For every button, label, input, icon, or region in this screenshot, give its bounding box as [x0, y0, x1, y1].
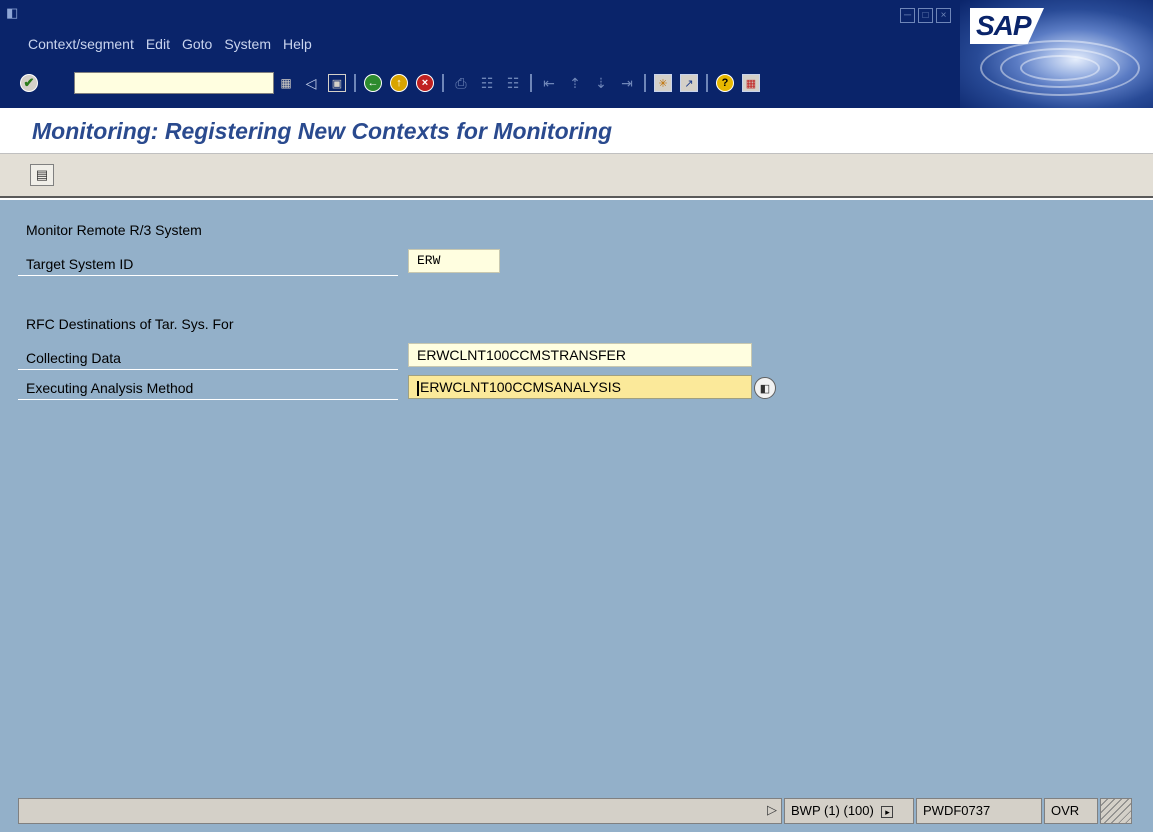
close-icon[interactable]: ×: [936, 8, 951, 23]
status-bar: ▷ BWP (1) (100) ▸ PWDF0737 OVR: [0, 790, 1153, 832]
system-info-icon[interactable]: ▸: [881, 806, 894, 818]
section-label-monitor-remote: Monitor Remote R/3 System: [26, 222, 202, 238]
title-bar: Monitoring: Registering New Contexts for…: [0, 108, 1153, 154]
first-page-icon[interactable]: ⇤: [538, 72, 560, 94]
find-next-icon[interactable]: ☷: [502, 72, 524, 94]
next-page-icon[interactable]: ⇣: [590, 72, 612, 94]
section-label-rfc-destinations: RFC Destinations of Tar. Sys. For: [26, 316, 234, 332]
analysis-method-label: Executing Analysis Method: [26, 380, 194, 396]
previous-page-icon[interactable]: ⇡: [564, 72, 586, 94]
main-menu: Context/segment Edit Goto System Help: [28, 36, 312, 52]
value-help-icon[interactable]: ◧: [754, 377, 776, 399]
menu-system[interactable]: System: [224, 36, 271, 52]
maximize-icon[interactable]: □: [918, 8, 933, 23]
create-shortcut-icon[interactable]: ↗: [678, 72, 700, 94]
standard-toolbar: ✔ ▦ ◁ ▣ ← ↑ × ⎙ ☷ ☷ ⇤ ⇡ ⇣ ⇥ ✳ ↗ ? ▦: [0, 62, 960, 108]
window-controls: ─ □ ×: [900, 8, 951, 23]
analysis-method-value: ERWCLNT100CCMSANALYSIS: [420, 379, 621, 395]
command-field[interactable]: [74, 72, 274, 94]
analysis-method-field[interactable]: ERWCLNT100CCMSANALYSIS: [408, 375, 752, 399]
help-icon[interactable]: ?: [714, 72, 736, 94]
status-message-area: ▷: [18, 798, 782, 824]
collecting-data-field[interactable]: ERWCLNT100CCMSTRANSFER: [408, 343, 752, 367]
page-title: Monitoring: Registering New Contexts for…: [32, 118, 613, 144]
create-session-icon[interactable]: ✳: [652, 72, 674, 94]
display-overview-icon[interactable]: ▤: [30, 164, 54, 186]
system-menu-icon[interactable]: ◧: [6, 6, 22, 20]
back-icon[interactable]: ←: [362, 72, 384, 94]
target-system-label: Target System ID: [26, 256, 134, 272]
menu-context-segment[interactable]: Context/segment: [28, 36, 134, 52]
status-mode[interactable]: OVR: [1044, 798, 1098, 824]
status-server: PWDF0737: [916, 798, 1042, 824]
main-content: [0, 200, 1153, 790]
menu-goto[interactable]: Goto: [182, 36, 212, 52]
menu-edit[interactable]: Edit: [146, 36, 170, 52]
collecting-data-label: Collecting Data: [26, 350, 121, 366]
minimize-icon[interactable]: ─: [900, 8, 915, 23]
text-caret: [417, 380, 419, 396]
cancel-icon[interactable]: ×: [414, 72, 436, 94]
last-page-icon[interactable]: ⇥: [616, 72, 638, 94]
status-system-text: BWP (1) (100): [791, 803, 874, 818]
print-icon[interactable]: ⎙: [450, 72, 472, 94]
layout-menu-icon[interactable]: ▦: [740, 72, 762, 94]
enter-icon[interactable]: ✔: [20, 74, 38, 92]
target-system-field[interactable]: ERW: [408, 249, 500, 273]
status-system: BWP (1) (100) ▸: [784, 798, 914, 824]
find-icon[interactable]: ☷: [476, 72, 498, 94]
back-arrow-icon[interactable]: ◁: [300, 72, 322, 94]
exit-icon[interactable]: ↑: [388, 72, 410, 94]
application-toolbar: ▤: [0, 154, 1153, 198]
expand-status-icon[interactable]: ▷: [767, 802, 777, 818]
menu-help[interactable]: Help: [283, 36, 312, 52]
command-history-icon[interactable]: ▦: [278, 74, 294, 92]
save-icon[interactable]: ▣: [326, 72, 348, 94]
resize-grip-icon[interactable]: [1100, 798, 1132, 824]
